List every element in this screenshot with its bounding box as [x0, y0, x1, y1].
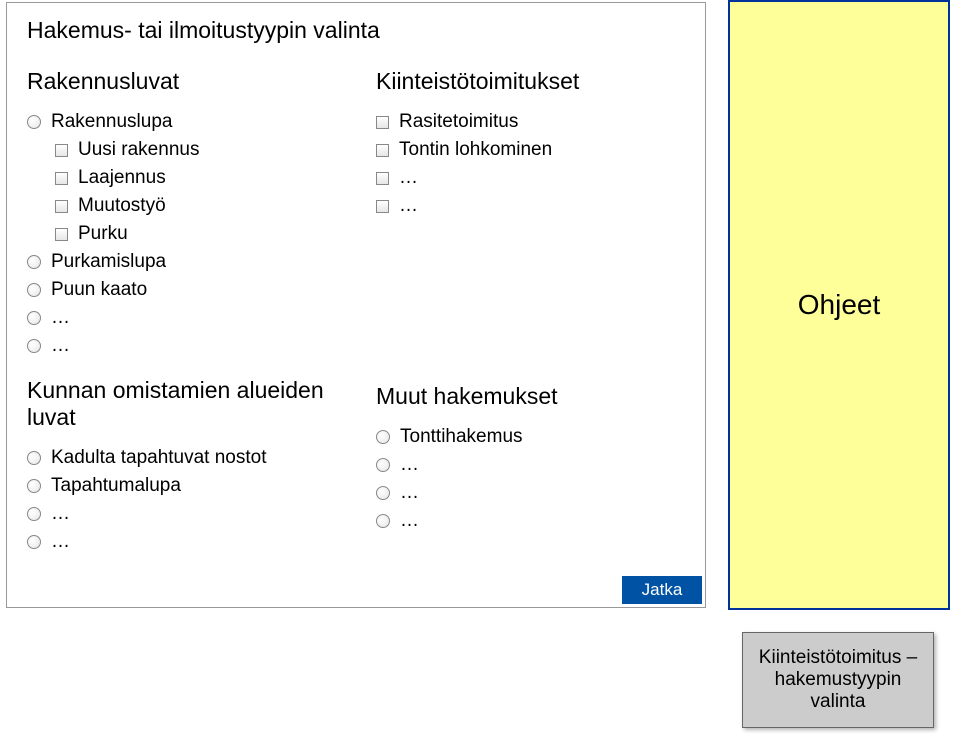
option-tonttihakemus[interactable]: Tonttihakemus	[376, 426, 685, 448]
option-ellipsis[interactable]: …	[376, 195, 685, 217]
checkbox-icon	[55, 144, 68, 157]
section-rakennusluvat-title: Rakennusluvat	[27, 68, 336, 95]
main-panel: Hakemus- tai ilmoitustyypin valinta Rake…	[6, 2, 706, 608]
option-purku[interactable]: Purku	[55, 223, 336, 245]
option-ellipsis[interactable]: …	[376, 454, 685, 476]
option-puun-kaato[interactable]: Puun kaato	[27, 279, 336, 301]
option-ellipsis[interactable]: …	[376, 167, 685, 189]
option-label: …	[400, 510, 419, 532]
section-muut-title: Muut hakemukset	[376, 383, 685, 410]
option-tontin-lohkominen[interactable]: Tontin lohkominen	[376, 139, 685, 161]
section-kunnan-title: Kunnan omistamien alueiden luvat	[27, 377, 336, 431]
footer-label: Kiinteistötoimitus – hakemustyypin valin…	[751, 647, 925, 713]
left-column: Rakennusluvat Rakennuslupa Uusi rakennus…	[27, 68, 336, 559]
option-label: Uusi rakennus	[78, 139, 199, 161]
option-muutostyo[interactable]: Muutostyö	[55, 195, 336, 217]
radio-icon	[27, 339, 41, 353]
page-title: Hakemus- tai ilmoitustyypin valinta	[27, 17, 685, 44]
jatka-button[interactable]: Jatka	[622, 576, 702, 604]
option-ellipsis[interactable]: …	[27, 307, 336, 329]
ohjeet-label: Ohjeet	[798, 289, 881, 321]
option-purkamislupa[interactable]: Purkamislupa	[27, 251, 336, 273]
option-rakennuslupa[interactable]: Rakennuslupa	[27, 111, 336, 133]
checkbox-icon	[376, 116, 389, 129]
option-ellipsis[interactable]: …	[27, 503, 336, 525]
checkbox-icon	[376, 200, 389, 213]
option-tapahtumalupa[interactable]: Tapahtumalupa	[27, 475, 336, 497]
radio-icon	[27, 479, 41, 493]
radio-icon	[27, 115, 41, 129]
jatka-label: Jatka	[642, 580, 683, 600]
radio-icon	[27, 535, 41, 549]
option-label: Rakennuslupa	[51, 111, 172, 133]
radio-icon	[27, 451, 41, 465]
checkbox-icon	[55, 228, 68, 241]
option-label: …	[400, 482, 419, 504]
ohjeet-panel: Ohjeet	[728, 0, 950, 610]
option-rasitetoimitus[interactable]: Rasitetoimitus	[376, 111, 685, 133]
option-ellipsis[interactable]: …	[27, 335, 336, 357]
option-label: Tapahtumalupa	[51, 475, 181, 497]
checkbox-icon	[55, 172, 68, 185]
option-label: …	[51, 307, 70, 329]
option-label: Rasitetoimitus	[399, 111, 518, 133]
option-ellipsis[interactable]: …	[27, 531, 336, 553]
option-label: Kadulta tapahtuvat nostot	[51, 447, 267, 469]
checkbox-icon	[376, 144, 389, 157]
radio-icon	[376, 514, 390, 528]
radio-icon	[376, 430, 390, 444]
columns: Rakennusluvat Rakennuslupa Uusi rakennus…	[27, 68, 685, 559]
option-kadulta[interactable]: Kadulta tapahtuvat nostot	[27, 447, 336, 469]
radio-icon	[376, 486, 390, 500]
radio-icon	[27, 311, 41, 325]
right-column: Kiinteistötoimitukset Rasitetoimitus Ton…	[376, 68, 685, 559]
section-kiinteisto-title: Kiinteistötoimitukset	[376, 68, 685, 95]
radio-icon	[376, 458, 390, 472]
option-label: …	[400, 454, 419, 476]
option-label: Tonttihakemus	[400, 426, 523, 448]
option-label: Muutostyö	[78, 195, 166, 217]
option-ellipsis[interactable]: …	[376, 482, 685, 504]
option-laajennus[interactable]: Laajennus	[55, 167, 336, 189]
option-label: Puun kaato	[51, 279, 147, 301]
option-label: …	[51, 531, 70, 553]
option-label: …	[399, 195, 418, 217]
option-uusi-rakennus[interactable]: Uusi rakennus	[55, 139, 336, 161]
option-label: …	[51, 335, 70, 357]
radio-icon	[27, 283, 41, 297]
option-label: …	[51, 503, 70, 525]
radio-icon	[27, 507, 41, 521]
checkbox-icon	[376, 172, 389, 185]
radio-icon	[27, 255, 41, 269]
option-label: Purku	[78, 223, 128, 245]
checkbox-icon	[55, 200, 68, 213]
option-label: …	[399, 167, 418, 189]
option-label: Tontin lohkominen	[399, 139, 552, 161]
option-label: Purkamislupa	[51, 251, 166, 273]
option-label: Laajennus	[78, 167, 166, 189]
option-ellipsis[interactable]: …	[376, 510, 685, 532]
footer-box: Kiinteistötoimitus – hakemustyypin valin…	[742, 632, 934, 728]
